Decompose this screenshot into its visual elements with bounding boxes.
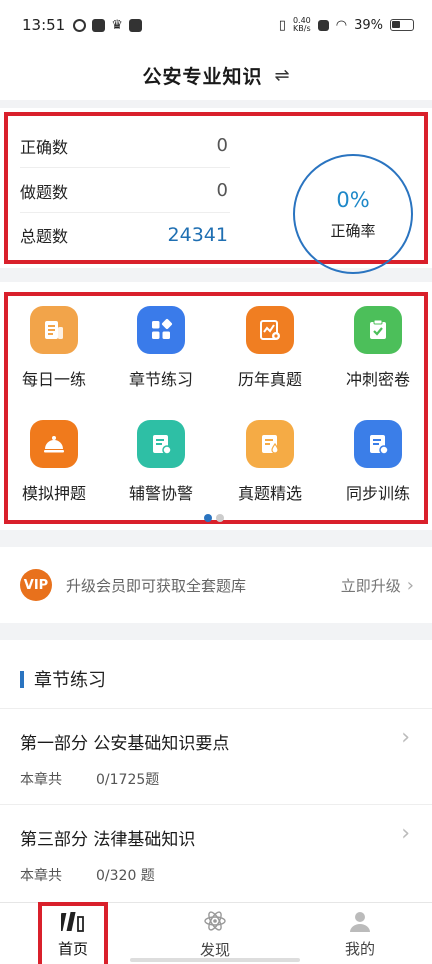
chapter-meta: 本章共 0/1725题: [20, 769, 159, 789]
accuracy-value: 0%: [336, 187, 370, 212]
grid-tile: [354, 306, 402, 354]
user-icon: [350, 911, 370, 932]
chevron-right-icon: ›: [406, 574, 414, 596]
grid-label: 真题精选: [237, 484, 302, 503]
stat-done-label: 做题数: [20, 182, 69, 202]
newspaper-icon: [45, 321, 63, 339]
page-dot-active: [204, 514, 212, 522]
stat-total: 总题数 24341: [20, 213, 230, 257]
sim-icon: [317, 19, 329, 31]
section-header: 章节练习: [20, 666, 106, 692]
atom-icon: [204, 910, 226, 931]
blocks-icon: [152, 318, 173, 339]
grid-label: 同步训练: [345, 484, 410, 503]
grid-tile: [354, 420, 402, 468]
tiktok-icon: [92, 18, 106, 32]
stat-total-label: 总题数: [20, 227, 69, 246]
clipboard-check-icon: [370, 319, 386, 339]
grid-item-daily[interactable]: 每日一练: [4, 306, 104, 390]
stat-correct-label: 正确数: [20, 137, 69, 157]
chapter-meta-label: 本章共: [20, 772, 62, 788]
vip-text: 升级会员即可获取全套题库: [66, 576, 247, 595]
chapter-progress: 0/320 题: [96, 868, 155, 884]
feature-grid: 每日一练 章节练习 历年真题 冲刺密卷 模拟押题 辅警协警 真题精选 同步训练: [0, 282, 432, 530]
vip-badge-icon: VIP: [20, 569, 52, 601]
stat-done: 做题数 0: [20, 169, 230, 213]
chapter-section: 章节练习 第一部分 公安基础知识要点 › 本章共 0/1725题 第三部分 法律…: [0, 640, 432, 902]
accuracy-label: 正确率: [330, 221, 376, 240]
chapter-meta-label: 本章共: [20, 868, 62, 884]
crown-icon: ♛: [111, 17, 123, 33]
grid-item-mock[interactable]: 模拟押题: [4, 420, 104, 504]
grid-label: 辅警协警: [128, 484, 193, 503]
section-accent-bar: [20, 670, 24, 688]
stat-total-value: 24341: [167, 224, 228, 246]
stat-correct-value: 0: [216, 135, 228, 156]
home-tab-highlight-frame: [38, 902, 108, 964]
grid-tile: [137, 306, 185, 354]
stat-done-value: 0: [216, 180, 228, 201]
net-speed: 0.40 KB/s: [293, 17, 311, 33]
page-indicator: [204, 514, 224, 522]
grid-label: 章节练习: [128, 370, 193, 389]
page-dot: [216, 514, 224, 522]
page-title[interactable]: 公安专业知识: [142, 62, 262, 89]
battery-icon: [390, 19, 414, 31]
grid-tile: [246, 420, 294, 468]
grid-tile: [246, 306, 294, 354]
tab-mine-label: 我的: [344, 939, 375, 958]
chapter-progress: 0/1725题: [96, 772, 160, 788]
document-icon: [370, 435, 389, 455]
upgrade-label: 立即升级: [340, 576, 401, 595]
sync-icon: [73, 18, 87, 32]
grid-item-past-exams[interactable]: 历年真题: [220, 306, 320, 390]
battery-percent: 39%: [354, 17, 383, 33]
chevron-right-icon: ›: [401, 821, 410, 846]
stats-card: 正确数 0 做题数 0 总题数 24341 0% 正确率: [0, 108, 432, 274]
document-drop-icon: [262, 435, 279, 454]
chapter-meta: 本章共 0/320 题: [20, 865, 155, 885]
chapter-item[interactable]: 第一部分 公安基础知识要点 › 本章共 0/1725题: [0, 708, 432, 804]
grid-tile: [30, 420, 78, 468]
grid-label: 模拟押题: [21, 484, 86, 503]
tab-mine[interactable]: 我的: [290, 903, 430, 964]
grid-item-chapter[interactable]: 章节练习: [111, 306, 211, 390]
status-right: ▯ 0.40 KB/s ◠ 39%: [279, 17, 414, 33]
vibrate-icon: ▯: [278, 17, 286, 33]
grid-tile: [30, 306, 78, 354]
wifi-icon: ◠: [335, 17, 348, 33]
status-time: 13:51: [22, 16, 66, 34]
grid-item-auxiliary[interactable]: 辅警协警: [111, 420, 211, 504]
chapter-item[interactable]: 第三部分 法律基础知识 › 本章共 0/320 题: [0, 804, 432, 902]
chevron-right-icon: ›: [401, 725, 410, 750]
tab-discover-label: 发现: [199, 940, 230, 959]
net-speed-unit: KB/s: [293, 24, 311, 33]
section-title: 章节练习: [34, 670, 106, 691]
chart-icon: [260, 320, 280, 340]
upgrade-link[interactable]: 立即升级 ›: [341, 575, 414, 596]
grid-label: 冲刺密卷: [345, 370, 410, 389]
grid-item-selected[interactable]: 真题精选: [220, 420, 320, 504]
cloche-icon: [44, 436, 64, 453]
document-icon: [153, 435, 172, 455]
stat-correct: 正确数 0: [20, 124, 230, 168]
vip-banner[interactable]: VIP 升级会员即可获取全套题库 立即升级 ›: [0, 547, 432, 623]
status-app-icons: ♛: [73, 18, 142, 33]
gesture-bar: [130, 958, 300, 962]
nav-bar: 公安专业知识 ⇌: [0, 50, 432, 100]
tab-discover[interactable]: 发现: [145, 903, 285, 964]
grid-item-sprint[interactable]: 冲刺密卷: [328, 306, 428, 390]
swap-icon[interactable]: ⇌: [274, 65, 289, 86]
grid-label: 每日一练: [21, 370, 86, 389]
grid-item-sync-training[interactable]: 同步训练: [328, 420, 428, 504]
message-icon: [128, 18, 142, 32]
grid-tile: [137, 420, 185, 468]
chapter-title: 第一部分 公安基础知识要点: [20, 734, 230, 754]
status-bar: 13:51 ♛ ▯ 0.40 KB/s ◠ 39%: [0, 0, 432, 50]
accuracy-circle: 0% 正确率: [293, 154, 413, 274]
grid-label: 历年真题: [237, 370, 302, 389]
chapter-title: 第三部分 法律基础知识: [20, 830, 196, 850]
